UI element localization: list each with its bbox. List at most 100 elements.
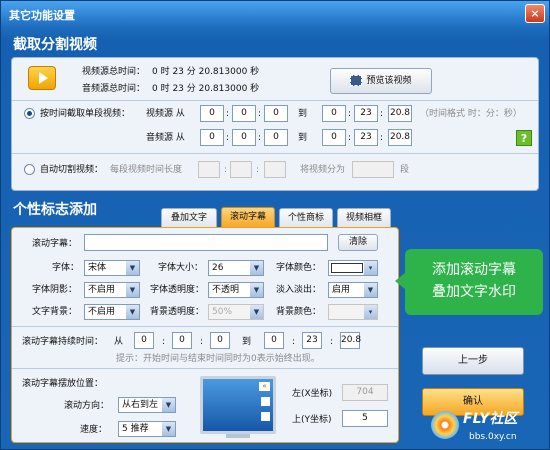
fade-value: 启用	[332, 285, 351, 295]
chevron-down-icon: ▼	[364, 283, 377, 297]
bg-opacity-label: 背景透明度：	[150, 307, 205, 317]
chevron-down-icon: ▼	[250, 261, 263, 275]
chevron-down-icon: ▼	[162, 422, 175, 436]
shadow-value: 不启用	[88, 285, 116, 295]
shadow-select[interactable]: 不启用 ▼	[84, 282, 140, 298]
position-marker	[261, 412, 270, 421]
speed-value: 5 推荐	[122, 424, 149, 434]
divider	[12, 153, 538, 154]
speed-select[interactable]: 5 推荐 ▼	[118, 421, 176, 437]
video-total-label: 视频源总时间：	[82, 67, 146, 77]
bg-value: 不启用	[88, 307, 116, 317]
by-time-label: 按时间截取单段视频：	[40, 109, 131, 119]
auto-cut-label: 自动切割视频：	[40, 165, 104, 175]
radio-by-time[interactable]	[24, 108, 35, 119]
video-from-h[interactable]: 0	[200, 105, 224, 122]
fade-select[interactable]: 启用 ▼	[328, 282, 378, 298]
font-select[interactable]: 宋体 ▼	[84, 260, 140, 276]
watermark: FLY社区 bbs.0xy.cn	[431, 405, 547, 447]
tab-video-frame[interactable]: 视频相框	[337, 208, 391, 228]
audio-from-s[interactable]: 0	[264, 129, 288, 146]
font-size-label: 字体大小：	[158, 263, 204, 273]
duration-from-m[interactable]: 0	[172, 332, 192, 349]
font-color-picker[interactable]: ▾	[328, 260, 378, 276]
left-x-label: 左(X坐标)	[292, 389, 333, 399]
video-from-m[interactable]: 0	[232, 105, 256, 122]
chevron-down-icon: ▾	[364, 261, 377, 275]
segment-h	[198, 161, 220, 178]
video-from-s[interactable]: 0	[264, 105, 288, 122]
segment-m	[230, 161, 252, 178]
radio-auto-cut[interactable]	[24, 164, 35, 175]
clear-button[interactable]: 清除	[338, 234, 378, 251]
chevron-down-icon: ▾	[364, 305, 377, 319]
video-total-value: 0 时 23 分 20.813000 秒	[152, 67, 260, 77]
callout-pointer	[395, 273, 405, 289]
section-title-cut: 截取分割视频	[13, 37, 97, 53]
callout-line-2: 叠加文字水印	[432, 284, 516, 300]
video-icon	[28, 66, 56, 90]
direction-select[interactable]: 从右到左 ▼	[118, 397, 176, 413]
audio-from-m[interactable]: 0	[232, 129, 256, 146]
font-size-select[interactable]: 26 ▼	[208, 260, 264, 276]
duration-to-m[interactable]: 23	[302, 332, 322, 349]
bg-select[interactable]: 不启用 ▼	[84, 304, 140, 320]
opacity-select[interactable]: 不透明 ▼	[208, 282, 264, 298]
video-to-m[interactable]: 23	[354, 105, 378, 122]
top-y-input[interactable]: 5	[342, 410, 388, 427]
opacity-label: 字体透明度：	[150, 285, 205, 295]
audio-to-m[interactable]: 23	[354, 129, 378, 146]
monitor-stand	[226, 434, 250, 438]
opacity-value: 不透明	[212, 285, 240, 295]
prev-step-button[interactable]: 上一步	[422, 347, 524, 375]
colon: :	[292, 337, 296, 347]
to-label: 到	[298, 109, 308, 119]
tab-overlay-text[interactable]: 叠加文字	[161, 208, 217, 228]
window-title: 其它功能设置	[9, 9, 75, 22]
duration-from-h[interactable]: 0	[134, 332, 154, 349]
help-icon[interactable]: ?	[516, 130, 532, 146]
audio-to-s[interactable]: 20.8	[388, 129, 412, 146]
chevron-down-icon: ▼	[250, 283, 263, 297]
duration-from-s[interactable]: 0	[210, 332, 230, 349]
shadow-label: 字体阴影：	[32, 285, 78, 295]
video-to-s[interactable]: 20.8	[388, 105, 412, 122]
colon: :	[200, 337, 204, 347]
from-label: 从	[114, 337, 124, 347]
colon: :	[226, 133, 230, 143]
fade-label: 淡入淡出：	[276, 285, 322, 295]
chevron-down-icon: ▼	[162, 398, 175, 412]
scroll-text-input[interactable]	[84, 234, 328, 251]
duration-to-s[interactable]: 20.8	[340, 332, 361, 349]
font-value: 宋体	[88, 263, 107, 273]
audio-to-h[interactable]: 0	[322, 129, 346, 146]
close-button[interactable]: ×	[525, 4, 545, 23]
color-swatch	[331, 263, 363, 273]
colon: :	[348, 133, 352, 143]
callout-line-1: 添加滚动字幕	[432, 262, 516, 278]
title-bar: 其它功能设置 ×	[1, 1, 549, 27]
colon: :	[258, 109, 262, 119]
video-to-h[interactable]: 0	[322, 105, 346, 122]
font-size-value: 26	[212, 263, 224, 273]
cut-video-panel: 视频源总时间： 0 时 23 分 20.813000 秒 音频源总时间： 0 时…	[11, 57, 539, 191]
duration-to-h[interactable]: 0	[264, 332, 284, 349]
monitor-preview-icon: «	[200, 376, 276, 434]
dialog-window: 其它功能设置 × 截取分割视频 视频源总时间： 0 时 23 分 20.8130…	[0, 0, 550, 450]
top-y-label: 上(Y坐标)	[292, 415, 332, 425]
cd-logo-icon	[431, 411, 459, 439]
audio-total-value: 0 时 23 分 20.813000 秒	[152, 84, 260, 94]
colon: :	[258, 133, 262, 143]
preview-button[interactable]: 预览该视频	[330, 68, 432, 94]
colon: :	[380, 109, 384, 119]
chevron-down-icon: ▼	[126, 283, 139, 297]
font-color-label: 字体颜色：	[276, 263, 322, 273]
segment-count	[352, 161, 394, 178]
scroll-caption-panel: 滚动字幕： 清除 字体： 宋体 ▼ 字体大小： 26 ▼ 字体颜色： ▾ 字体阴影：…	[11, 227, 399, 443]
divider	[12, 368, 398, 369]
tab-logo[interactable]: 个性商标	[279, 208, 333, 228]
position-label: 滚动字幕摆放位置：	[22, 379, 104, 389]
bg-color-picker: ▾	[328, 304, 378, 320]
audio-from-h[interactable]: 0	[200, 129, 224, 146]
tab-scroll-caption[interactable]: 滚动字幕	[221, 207, 275, 228]
